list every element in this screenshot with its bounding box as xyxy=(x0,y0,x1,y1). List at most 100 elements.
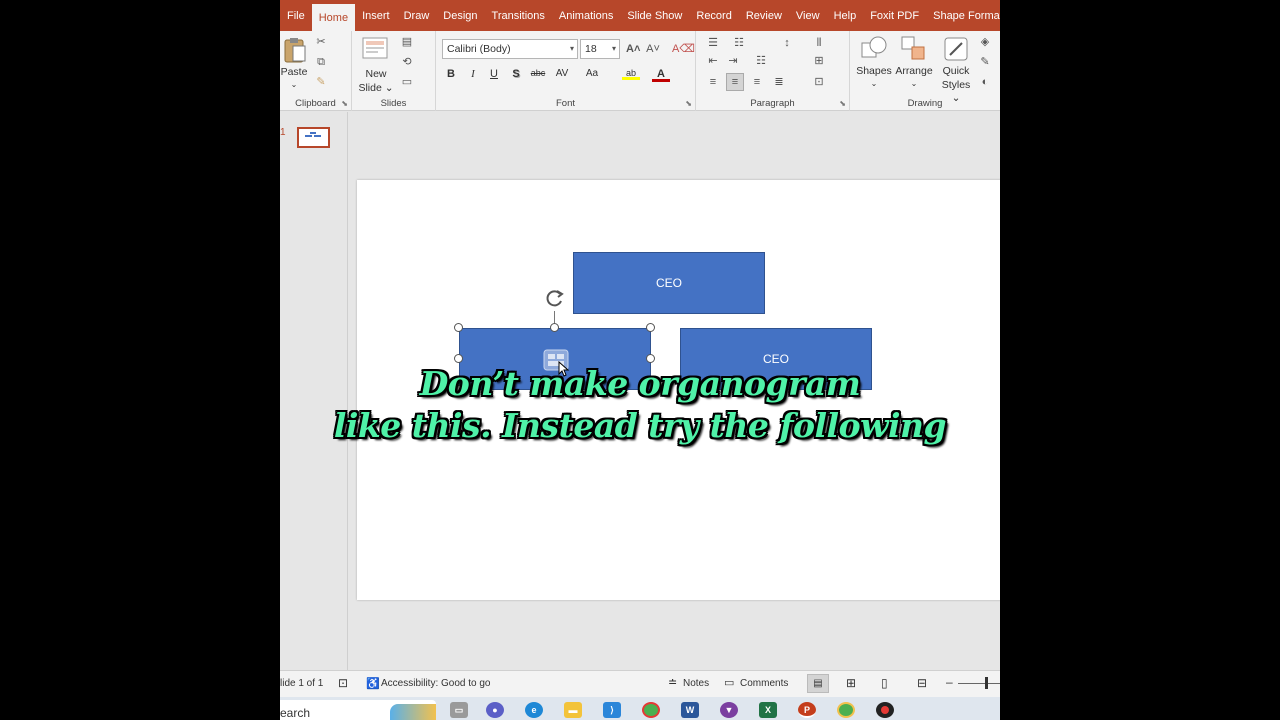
columns-icon[interactable]: ⫴ xyxy=(812,37,826,49)
tab-home[interactable]: Home xyxy=(311,2,356,31)
align-text-icon[interactable]: ⊞ xyxy=(812,55,826,67)
bold-button[interactable]: B xyxy=(444,68,458,80)
line-spacing-icon[interactable]: ↕ xyxy=(780,37,794,49)
text-direction-icon[interactable]: ☷ xyxy=(754,55,768,67)
tab-insert[interactable]: Insert xyxy=(355,0,397,31)
tab-view[interactable]: View xyxy=(789,0,827,31)
decrease-indent-icon[interactable]: ⇤ xyxy=(706,55,720,67)
reading-view-icon[interactable]: ▯ xyxy=(881,676,888,690)
character-spacing-button[interactable]: AV xyxy=(552,68,572,79)
paste-button[interactable]: Paste ⌄ xyxy=(281,36,310,89)
format-painter-icon[interactable]: ✎ xyxy=(314,76,328,88)
text-shadow-button[interactable]: S xyxy=(509,68,523,80)
dialog-launcher-icon[interactable]: ⬊ xyxy=(685,99,692,108)
resize-handle[interactable] xyxy=(550,323,559,332)
underline-button[interactable]: U xyxy=(487,68,501,80)
tab-file[interactable]: File xyxy=(280,0,312,31)
new-slide-icon xyxy=(362,37,388,59)
copy-icon[interactable]: ⧉ xyxy=(314,56,328,68)
shape-fill-icon[interactable]: ◈ xyxy=(978,36,992,48)
section-icon[interactable]: ▭ xyxy=(400,76,414,88)
increase-indent-icon[interactable]: ⇥ xyxy=(726,55,740,67)
font-group: Calibri (Body) ▾ 18 ▾ A˄ A˅ A⌫ B I U S abc… xyxy=(436,31,696,111)
tab-review[interactable]: Review xyxy=(739,0,789,31)
org-box-ceo-top[interactable]: CEO xyxy=(573,252,765,314)
ribbon: Paste ⌄ ✂ ⧉ ✎ Clipboard ⬊ New Slide ⌄ ▤ xyxy=(280,31,1000,111)
excel-icon[interactable]: X xyxy=(759,702,777,718)
paste-icon xyxy=(284,38,306,63)
align-center-icon[interactable]: ≡ xyxy=(726,73,744,91)
tab-animations[interactable]: Animations xyxy=(552,0,620,31)
edge-icon[interactable]: e xyxy=(525,702,543,718)
chrome-alt-icon[interactable] xyxy=(837,702,855,718)
tab-design[interactable]: Design xyxy=(436,0,484,31)
dialog-launcher-icon[interactable]: ⬊ xyxy=(341,99,348,108)
arrange-button[interactable]: Arrange ⌄ xyxy=(894,35,934,93)
highlight-icon[interactable]: ab xyxy=(622,68,640,80)
bullets-icon[interactable]: ☰ xyxy=(706,37,720,49)
reset-icon[interactable]: ⟲ xyxy=(400,56,414,68)
tab-foxit-pdf[interactable]: Foxit PDF xyxy=(863,0,926,31)
task-view-icon[interactable]: ▭ xyxy=(450,702,468,718)
teams-chat-icon[interactable]: ● xyxy=(486,702,504,718)
notes-button[interactable]: Notes xyxy=(683,678,709,689)
quick-styles-button[interactable]: Quick Styles ⌄ xyxy=(936,35,976,104)
tab-help[interactable]: Help xyxy=(827,0,864,31)
powerpoint-icon[interactable]: P xyxy=(798,702,816,718)
file-explorer-icon[interactable]: ▬ xyxy=(564,702,582,718)
dialog-launcher-icon[interactable]: ⬊ xyxy=(839,99,846,108)
chevron-down-icon: ⌄ xyxy=(910,79,918,88)
layout-icon[interactable]: ▤ xyxy=(400,36,414,48)
zoom-out-icon[interactable]: – xyxy=(946,675,953,689)
shrink-font-icon[interactable]: A˅ xyxy=(646,43,660,55)
screen-recorder-icon[interactable] xyxy=(876,702,894,718)
align-right-icon[interactable]: ≡ xyxy=(750,76,764,88)
shape-effects-icon[interactable]: ◐ xyxy=(978,76,992,88)
shapes-button[interactable]: Shapes ⌄ xyxy=(856,35,892,93)
shape-outline-icon[interactable]: ✎ xyxy=(978,56,992,68)
font-color-button[interactable]: A xyxy=(652,68,670,82)
font-name-select[interactable]: Calibri (Body) ▾ xyxy=(442,39,578,59)
slide-thumbnail[interactable] xyxy=(297,127,330,148)
comments-button[interactable]: Comments xyxy=(740,678,788,689)
notes-page-icon[interactable]: ⊡ xyxy=(338,676,348,690)
resize-handle[interactable] xyxy=(646,354,655,363)
vscode-icon[interactable]: ⟩ xyxy=(603,702,621,718)
comments-icon: ▭ xyxy=(724,677,735,689)
normal-view-icon[interactable]: ▤ xyxy=(807,674,829,693)
change-case-button[interactable]: Aa xyxy=(582,68,602,79)
ribbon-tabs: File Home Insert Draw Design Transitions… xyxy=(280,0,1000,31)
italic-button[interactable]: I xyxy=(466,68,480,80)
strikethrough-button[interactable]: abc xyxy=(528,68,548,78)
tab-transitions[interactable]: Transitions xyxy=(485,0,552,31)
chrome-icon[interactable] xyxy=(642,702,660,718)
justify-icon[interactable]: ≣ xyxy=(772,76,786,88)
smartart-icon[interactable]: ⊡ xyxy=(812,76,826,88)
tab-slide-show[interactable]: Slide Show xyxy=(620,0,689,31)
resize-handle[interactable] xyxy=(454,354,463,363)
accessibility-status[interactable]: Accessibility: Good to go xyxy=(381,678,491,689)
resize-handle[interactable] xyxy=(646,323,655,332)
resize-handle[interactable] xyxy=(454,323,463,332)
font-size-select[interactable]: 18 ▾ xyxy=(580,39,620,59)
slide-sorter-icon[interactable]: ⊞ xyxy=(846,676,856,690)
zoom-slider-thumb[interactable] xyxy=(985,677,988,689)
tab-shape-format[interactable]: Shape Format xyxy=(926,0,1000,31)
tab-record[interactable]: Record xyxy=(689,0,738,31)
align-left-icon[interactable]: ≡ xyxy=(706,76,720,88)
rotate-handle-icon[interactable] xyxy=(544,287,566,309)
slideshow-view-icon[interactable]: ⊟ xyxy=(917,676,927,690)
vpn-icon[interactable]: ▼ xyxy=(720,702,738,718)
grow-font-icon[interactable]: A˄ xyxy=(626,43,640,55)
status-bar: lide 1 of 1 ⊡ ♿ Accessibility: Good to g… xyxy=(280,670,1000,697)
tab-draw[interactable]: Draw xyxy=(397,0,437,31)
taskbar-search[interactable]: earch xyxy=(280,700,436,720)
clear-formatting-icon[interactable]: A⌫ xyxy=(672,43,695,55)
zoom-slider[interactable] xyxy=(958,683,1000,684)
numbering-icon[interactable]: ☷ xyxy=(732,37,746,49)
cut-icon[interactable]: ✂ xyxy=(314,36,328,48)
word-icon[interactable]: W xyxy=(681,702,699,718)
quick-styles-icon xyxy=(944,37,968,61)
accessibility-icon[interactable]: ♿ xyxy=(366,677,380,690)
new-slide-button[interactable]: New Slide ⌄ xyxy=(358,35,394,94)
